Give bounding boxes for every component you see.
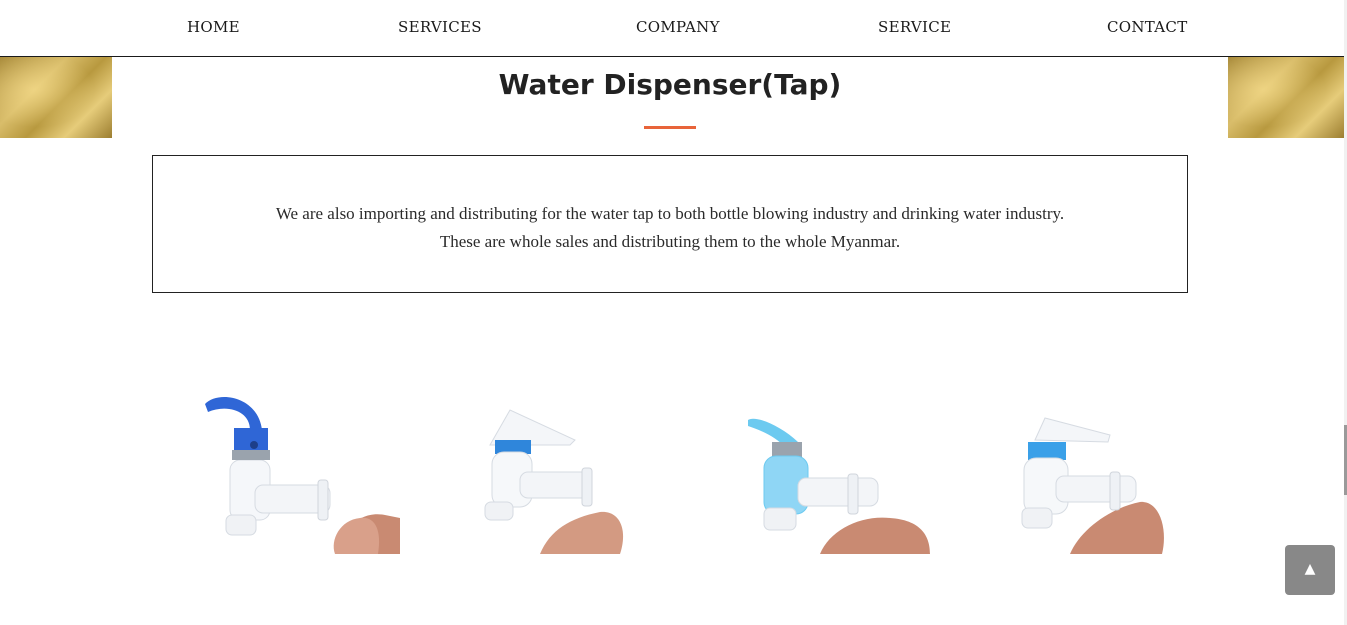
- water-tap-image: [1021, 417, 1164, 554]
- description-box: We are also importing and distributing f…: [152, 155, 1188, 293]
- product-image-tap-4[interactable]: [990, 390, 1200, 554]
- scroll-to-top-button[interactable]: ▲: [1285, 545, 1335, 595]
- hero-background-left: [0, 57, 112, 138]
- nav-company-link[interactable]: COMPANY: [636, 18, 720, 36]
- description-line-1: We are also importing and distributing f…: [275, 204, 1065, 223]
- nav-services-link[interactable]: SERVICES: [398, 18, 482, 36]
- product-image-tap-1[interactable]: [190, 390, 400, 554]
- tap-lever-shape: [205, 396, 262, 430]
- nav-contact-link[interactable]: CONTACT: [1107, 18, 1188, 36]
- description-line-2: These are whole sales and distributing t…: [439, 232, 901, 251]
- title-accent-underline: [644, 126, 696, 129]
- nav-home-link[interactable]: HOME: [187, 18, 240, 36]
- hero-background-right: [1228, 57, 1344, 138]
- product-image-tap-2[interactable]: [470, 390, 680, 554]
- water-tap-image: [205, 396, 400, 554]
- section-title: Water Dispenser(Tap): [498, 68, 842, 101]
- chevron-up-icon: ▲: [1304, 561, 1316, 577]
- water-tap-image: [484, 409, 624, 554]
- water-tap-image: [748, 418, 930, 554]
- top-navbar: HOME SERVICES COMPANY SERVICE CONTACT: [0, 0, 1344, 57]
- nav-service-link[interactable]: SERVICE: [878, 18, 951, 36]
- product-image-tap-3[interactable]: [720, 390, 930, 554]
